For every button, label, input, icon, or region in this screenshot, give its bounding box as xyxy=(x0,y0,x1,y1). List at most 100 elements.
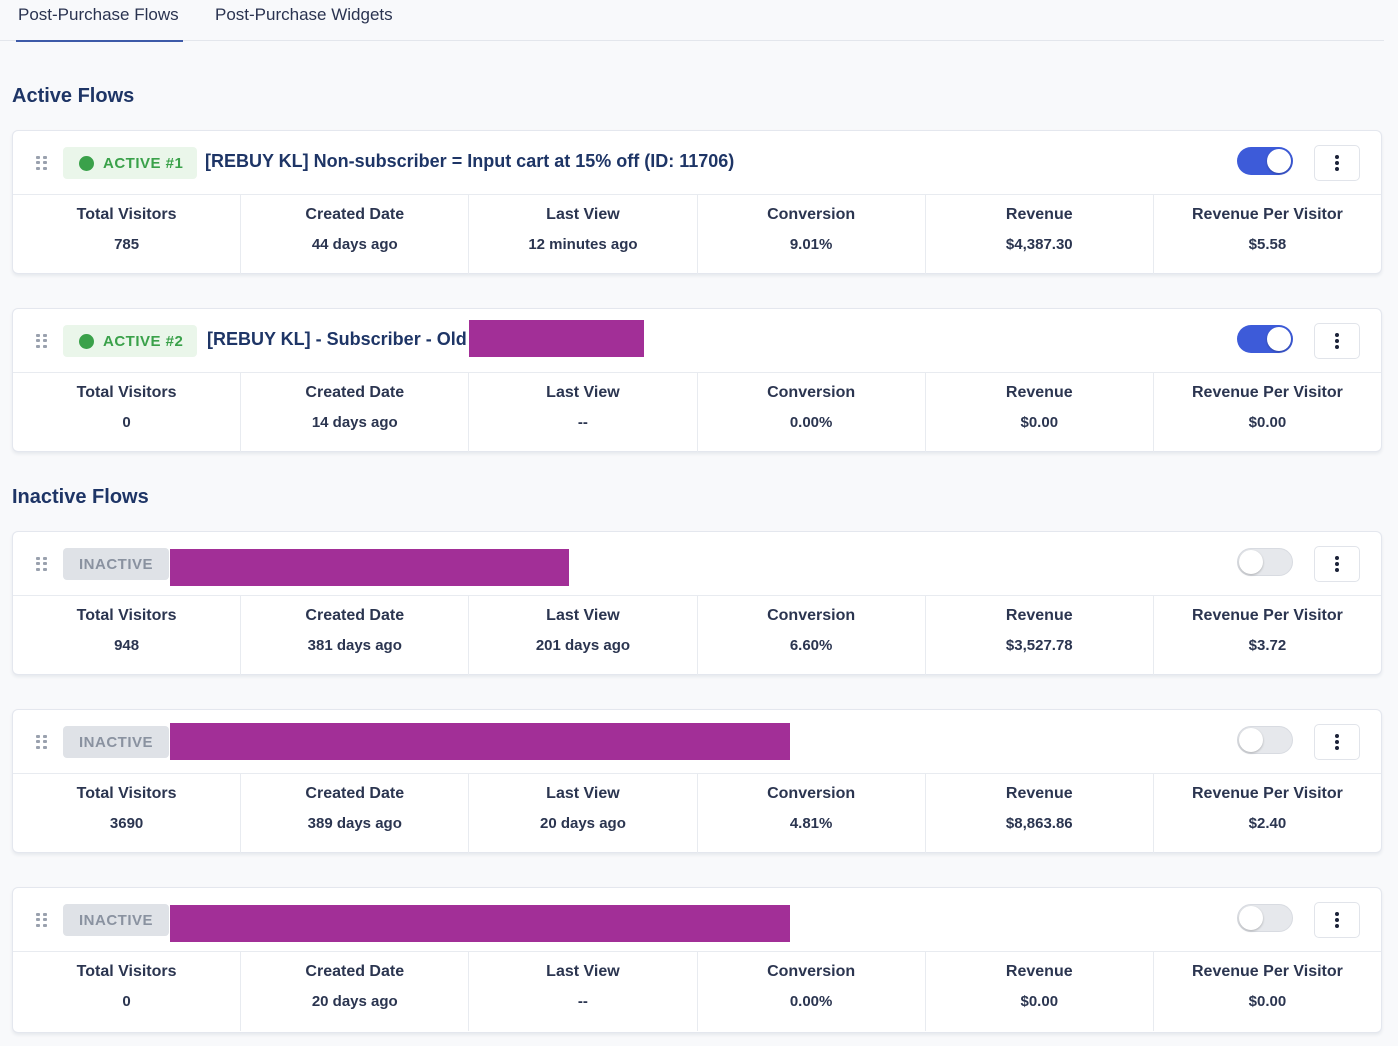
stat-total-visitors: Total Visitors 0 xyxy=(13,373,242,452)
stat-value: 389 days ago xyxy=(307,815,402,832)
stat-total-visitors: Total Visitors 948 xyxy=(13,596,242,675)
flow-menu-button[interactable] xyxy=(1314,323,1360,359)
flow-enabled-toggle[interactable] xyxy=(1237,325,1293,353)
toggle-knob xyxy=(1267,327,1291,351)
stat-created-date: Created Date 20 days ago xyxy=(241,952,470,1031)
stat-value: 785 xyxy=(114,236,140,253)
flow-card: INACTIVE Total Visitors 3690 Created Date… xyxy=(12,709,1382,853)
tab-bar: Post-Purchase Flows Post-Purchase Widget… xyxy=(0,0,1384,42)
stat-label: Created Date xyxy=(305,384,405,401)
status-badge-label: INACTIVE xyxy=(79,555,154,573)
stat-label: Last View xyxy=(546,206,620,223)
drag-handle-icon[interactable] xyxy=(36,913,48,927)
kebab-menu-icon xyxy=(1335,155,1339,159)
stat-value: $0.00 xyxy=(1248,414,1287,431)
stat-label: Revenue xyxy=(1005,384,1073,401)
stat-label: Revenue Per Visitor xyxy=(1192,963,1343,980)
stat-label: Conversion xyxy=(767,963,856,980)
stat-conversion: Conversion 9.01% xyxy=(698,195,926,274)
stat-value: 0 xyxy=(122,414,131,431)
flow-title[interactable]: [REBUY KL] - Subscriber - Old xyxy=(207,329,467,350)
stat-label: Total Visitors xyxy=(76,607,177,624)
stat-value: $2.40 xyxy=(1248,815,1287,832)
stat-revenue-per-visitor: Revenue Per Visitor $3.72 xyxy=(1154,596,1381,675)
stat-revenue-per-visitor: Revenue Per Visitor $0.00 xyxy=(1154,373,1381,452)
stat-value: -- xyxy=(577,414,588,431)
stat-revenue: Revenue $0.00 xyxy=(926,373,1154,452)
stat-created-date: Created Date 44 days ago xyxy=(241,195,470,274)
flow-enabled-toggle[interactable] xyxy=(1237,548,1293,576)
flow-card: ACTIVE #1 [REBUY KL] Non-subscriber = In… xyxy=(12,130,1382,274)
stat-label: Total Visitors xyxy=(76,384,177,401)
flow-card-header: INACTIVE xyxy=(13,710,1381,774)
toggle-knob xyxy=(1239,550,1263,574)
status-dot-icon xyxy=(79,155,94,171)
stat-label: Revenue xyxy=(1005,963,1073,980)
toggle-knob xyxy=(1239,728,1263,752)
drag-handle-icon[interactable] xyxy=(36,557,48,571)
flow-menu-button[interactable] xyxy=(1314,145,1360,181)
flow-card: ACTIVE #2 [REBUY KL] - Subscriber - Old … xyxy=(12,308,1382,452)
flow-card: INACTIVE Total Visitors 0 Created Date 20 … xyxy=(12,887,1382,1033)
stat-conversion: Conversion 0.00% xyxy=(698,373,926,452)
stat-value: $3,527.78 xyxy=(1005,637,1073,654)
stat-label: Revenue Per Visitor xyxy=(1192,607,1343,624)
stat-value: $3.72 xyxy=(1248,637,1287,654)
redacted-title-block xyxy=(469,320,644,357)
flow-enabled-toggle[interactable] xyxy=(1237,147,1293,175)
flow-stats: Total Visitors 785 Created Date 44 days ag… xyxy=(13,195,1381,274)
stat-label: Conversion xyxy=(767,785,856,802)
stat-value: 0.00% xyxy=(789,993,833,1010)
stat-label: Revenue xyxy=(1005,785,1073,802)
stat-total-visitors: Total Visitors 3690 xyxy=(13,774,242,853)
drag-handle-icon[interactable] xyxy=(36,334,48,348)
status-badge-label: ACTIVE #2 xyxy=(103,332,184,350)
redacted-title-block xyxy=(170,723,790,760)
flow-card-header: ACTIVE #2 [REBUY KL] - Subscriber - Old xyxy=(13,309,1381,373)
stat-value: 6.60% xyxy=(789,637,833,654)
stat-value: 0 xyxy=(122,993,131,1010)
drag-handle-icon[interactable] xyxy=(36,156,48,170)
flow-stats: Total Visitors 3690 Created Date 389 days … xyxy=(13,774,1381,853)
stat-label: Conversion xyxy=(767,607,856,624)
flow-title[interactable]: [REBUY KL] Non-subscriber = Input cart a… xyxy=(205,151,734,172)
status-badge-label: INACTIVE xyxy=(79,911,154,929)
stat-label: Created Date xyxy=(305,963,405,980)
stat-label: Total Visitors xyxy=(76,963,177,980)
toggle-knob xyxy=(1267,149,1291,173)
stat-value: 44 days ago xyxy=(311,236,398,253)
stat-label: Last View xyxy=(546,785,620,802)
flow-enabled-toggle[interactable] xyxy=(1237,904,1293,932)
drag-handle-icon[interactable] xyxy=(36,735,48,749)
stat-value: 3690 xyxy=(109,815,144,832)
stat-label: Created Date xyxy=(305,785,405,802)
stat-last-view: Last View 12 minutes ago xyxy=(469,195,698,274)
stat-label: Revenue xyxy=(1005,206,1073,223)
stat-total-visitors: Total Visitors 785 xyxy=(13,195,242,274)
stat-label: Created Date xyxy=(305,206,405,223)
stat-label: Revenue xyxy=(1005,607,1073,624)
status-badge: INACTIVE xyxy=(63,726,170,758)
flow-menu-button[interactable] xyxy=(1314,724,1360,760)
flow-menu-button[interactable] xyxy=(1314,546,1360,582)
status-badge-label: ACTIVE #1 xyxy=(103,154,184,172)
stat-value: 4.81% xyxy=(789,815,833,832)
stat-conversion: Conversion 0.00% xyxy=(698,952,926,1031)
kebab-menu-icon xyxy=(1335,333,1339,337)
stat-created-date: Created Date 14 days ago xyxy=(241,373,470,452)
stat-label: Last View xyxy=(546,384,620,401)
redacted-title-block xyxy=(170,549,569,586)
stat-value: $0.00 xyxy=(1020,414,1059,431)
kebab-menu-icon xyxy=(1335,734,1339,738)
stat-revenue-per-visitor: Revenue Per Visitor $5.58 xyxy=(1154,195,1381,274)
status-dot-icon xyxy=(79,333,94,349)
stat-revenue: Revenue $0.00 xyxy=(926,952,1154,1031)
stat-label: Total Visitors xyxy=(76,785,177,802)
tab-post-purchase-widgets[interactable]: Post-Purchase Widgets xyxy=(215,5,393,41)
stat-value: $8,863.86 xyxy=(1005,815,1073,832)
stat-label: Revenue Per Visitor xyxy=(1192,206,1343,223)
kebab-menu-icon xyxy=(1335,912,1339,916)
flow-menu-button[interactable] xyxy=(1314,902,1360,938)
flow-enabled-toggle[interactable] xyxy=(1237,726,1293,754)
tab-post-purchase-flows[interactable]: Post-Purchase Flows xyxy=(16,5,183,42)
